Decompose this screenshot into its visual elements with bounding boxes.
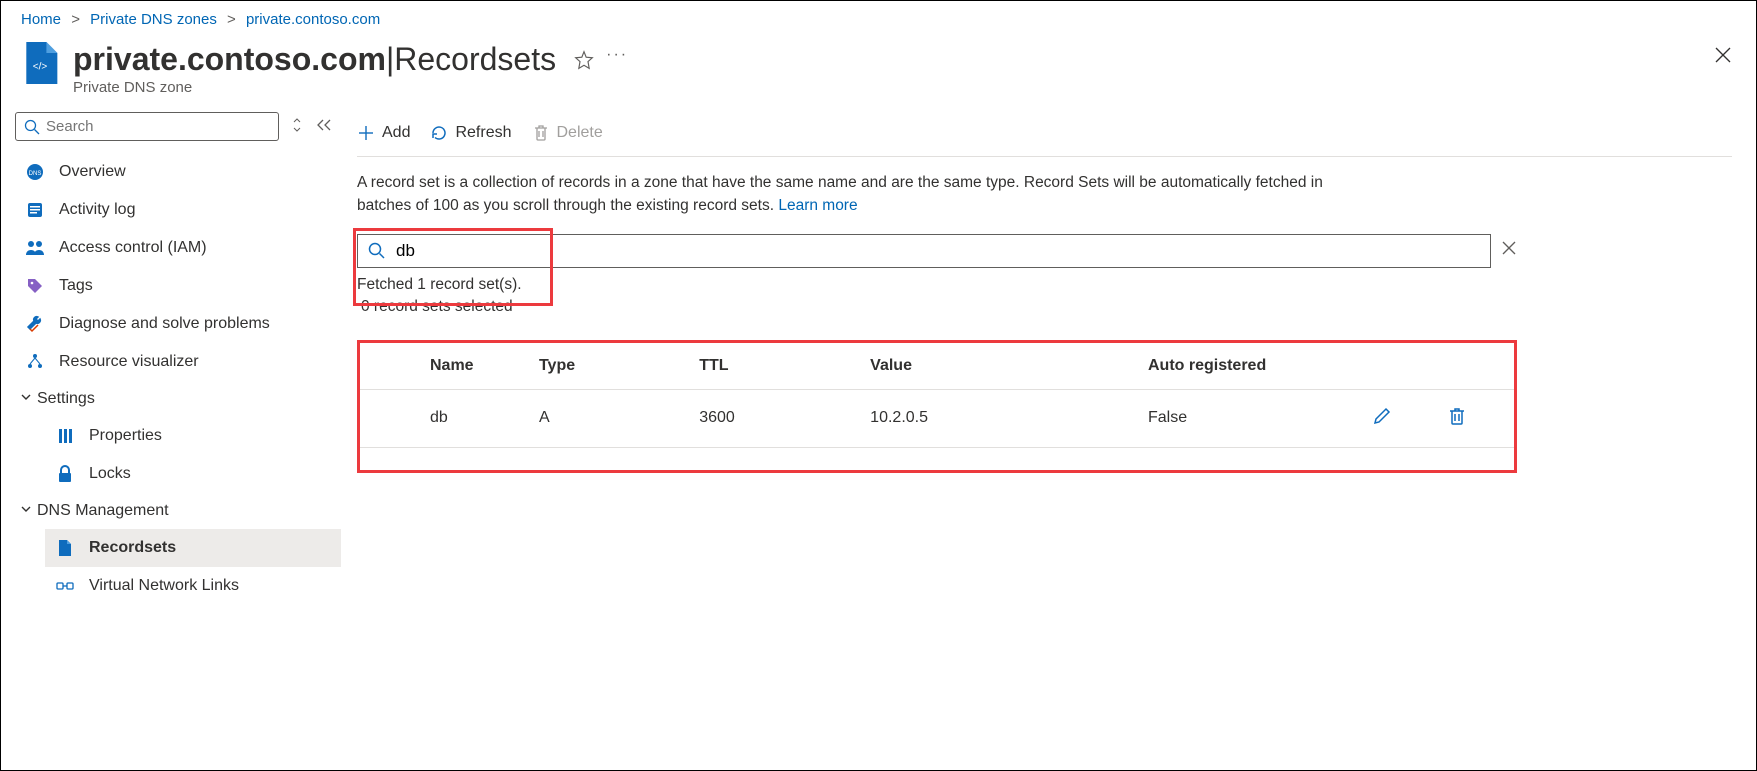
wrench-icon — [25, 314, 45, 334]
search-icon — [24, 119, 40, 135]
sidebar-item-recordsets[interactable]: Recordsets — [45, 529, 341, 567]
sidebar-item-label: Virtual Network Links — [89, 577, 239, 595]
close-button[interactable] — [1714, 46, 1732, 70]
sidebar-item-resource-visualizer[interactable]: Resource visualizer — [15, 343, 341, 381]
col-auto-registered[interactable]: Auto registered — [1140, 343, 1364, 390]
sidebar-item-activity-log[interactable]: Activity log — [15, 191, 341, 229]
dns-zone-icon: </> — [21, 42, 59, 84]
clear-search-button[interactable] — [1501, 240, 1517, 261]
sidebar-group-label: DNS Management — [37, 502, 169, 520]
tag-icon — [25, 276, 45, 296]
search-icon — [368, 242, 386, 260]
sidebar-item-diagnose[interactable]: Diagnose and solve problems — [15, 305, 341, 343]
learn-more-link[interactable]: Learn more — [778, 197, 857, 214]
delete-button: Delete — [532, 124, 603, 142]
expand-collapse-icon[interactable] — [291, 116, 303, 137]
cell-type: A — [531, 389, 691, 447]
collapse-sidebar-icon[interactable] — [315, 118, 331, 135]
sidebar-item-label: Diagnose and solve problems — [59, 315, 270, 333]
sidebar-item-label: Locks — [89, 465, 131, 483]
selected-status: 0 record sets selected — [357, 298, 1732, 316]
recordsets-table: Name Type TTL Value Auto registered db A… — [360, 343, 1514, 448]
chevron-down-icon — [15, 502, 37, 520]
plus-icon — [357, 124, 375, 142]
col-ttl[interactable]: TTL — [691, 343, 862, 390]
sidebar-item-label: Access control (IAM) — [59, 239, 207, 257]
delete-row-button[interactable] — [1439, 389, 1514, 447]
cell-auto: False — [1140, 389, 1364, 447]
sidebar-group-dns-management[interactable]: DNS Management — [15, 493, 341, 529]
record-search-box[interactable] — [357, 234, 1491, 268]
visualizer-icon — [25, 352, 45, 372]
main-panel: Add Refresh Delete A record set is a col… — [341, 108, 1756, 605]
sidebar-item-virtual-network-links[interactable]: Virtual Network Links — [45, 567, 341, 605]
sidebar-item-tags[interactable]: Tags — [15, 267, 341, 305]
sidebar-item-overview[interactable]: DNS Overview — [15, 153, 341, 191]
cell-value: 10.2.0.5 — [862, 389, 1140, 447]
sidebar-search[interactable] — [15, 112, 279, 141]
chevron-right-icon: > — [71, 11, 80, 28]
globe-icon: DNS — [25, 162, 45, 182]
breadcrumb-private-dns-zones[interactable]: Private DNS zones — [90, 11, 217, 28]
command-bar: Add Refresh Delete — [357, 118, 1732, 157]
sidebar-group-settings[interactable]: Settings — [15, 381, 341, 417]
sidebar-group-label: Settings — [37, 390, 95, 408]
breadcrumb: Home > Private DNS zones > private.conto… — [1, 1, 1756, 36]
edit-row-button[interactable] — [1364, 389, 1439, 447]
breadcrumb-zone-name[interactable]: private.contoso.com — [246, 11, 380, 28]
record-search-input[interactable] — [396, 241, 1480, 261]
sidebar-item-label: Tags — [59, 277, 93, 295]
sidebar-item-properties[interactable]: Properties — [45, 417, 341, 455]
recordsets-icon — [55, 538, 75, 558]
add-button[interactable]: Add — [357, 124, 410, 142]
chevron-right-icon: > — [227, 11, 236, 28]
breadcrumb-home[interactable]: Home — [21, 11, 61, 28]
table-row[interactable]: db A 3600 10.2.0.5 False — [360, 389, 1514, 447]
description-text: A record set is a collection of records … — [357, 157, 1357, 234]
sidebar-item-label: Resource visualizer — [59, 353, 199, 371]
col-name[interactable]: Name — [360, 343, 531, 390]
fetched-status: Fetched 1 record set(s). — [357, 276, 1732, 294]
chevron-down-icon — [15, 390, 37, 408]
cell-name: db — [360, 389, 531, 447]
sidebar-search-input[interactable] — [46, 118, 270, 135]
page-title: private.contoso.com | Recordsets — [73, 42, 556, 77]
refresh-button[interactable]: Refresh — [430, 124, 511, 142]
sidebar-item-locks[interactable]: Locks — [45, 455, 341, 493]
sidebar: DNS Overview Activity log Access control… — [1, 108, 341, 605]
properties-icon — [55, 426, 75, 446]
activity-log-icon — [25, 200, 45, 220]
svg-text:DNS: DNS — [29, 171, 42, 177]
svg-text:</>: </> — [33, 61, 48, 72]
network-link-icon — [55, 576, 75, 596]
lock-icon — [55, 464, 75, 484]
sidebar-item-label: Recordsets — [89, 539, 176, 557]
cell-ttl: 3600 — [691, 389, 862, 447]
more-actions-button[interactable]: ··· — [606, 46, 628, 64]
sidebar-item-label: Properties — [89, 427, 162, 445]
people-icon — [25, 238, 45, 258]
sidebar-item-access-control[interactable]: Access control (IAM) — [15, 229, 341, 267]
sidebar-item-label: Activity log — [59, 201, 135, 219]
trash-icon — [532, 124, 550, 142]
recordsets-table-wrap: Name Type TTL Value Auto registered db A… — [357, 340, 1517, 473]
col-type[interactable]: Type — [531, 343, 691, 390]
page-header: </> private.contoso.com | Recordsets Pri… — [1, 36, 1756, 108]
sidebar-item-label: Overview — [59, 163, 126, 181]
favorite-star-icon[interactable] — [574, 50, 594, 73]
resource-type-label: Private DNS zone — [73, 79, 556, 96]
refresh-icon — [430, 124, 448, 142]
col-value[interactable]: Value — [862, 343, 1140, 390]
